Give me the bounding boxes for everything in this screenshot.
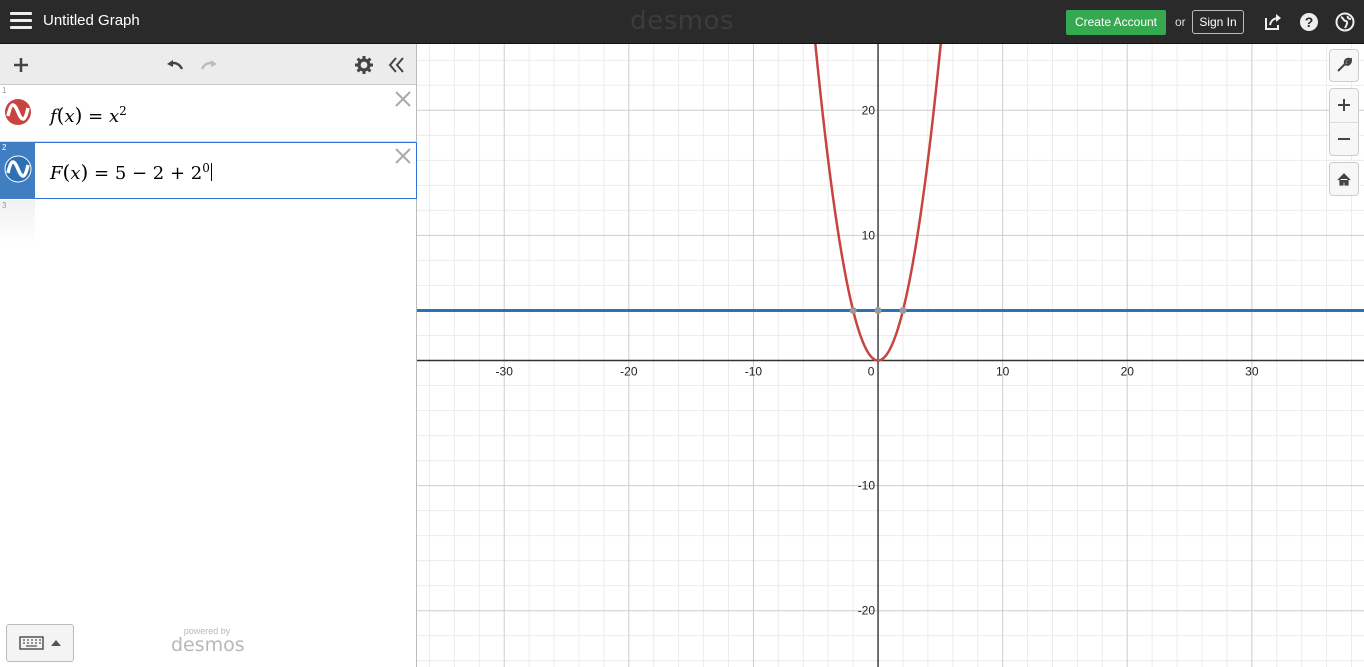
y-tick-label: 20 — [862, 103, 876, 117]
x-tick-label: 20 — [1121, 365, 1135, 379]
expression-row-empty[interactable]: 3 — [0, 200, 417, 246]
zoom-out-icon[interactable] — [1337, 132, 1351, 146]
expression-toolbar — [0, 44, 416, 85]
default-viewport-button[interactable] — [1329, 162, 1359, 196]
exponent: 2 — [119, 104, 127, 118]
zoom-in-icon[interactable] — [1337, 98, 1351, 112]
or-label: or — [1175, 15, 1186, 29]
hamburger-icon[interactable] — [10, 12, 32, 32]
home-icon — [1337, 173, 1351, 186]
expression-tab: 3 — [0, 200, 35, 246]
keyboard-icon — [19, 636, 61, 650]
expression-rhs: 5 − 2 + 2 — [114, 163, 203, 184]
text-cursor — [210, 163, 212, 181]
function-name: f — [50, 106, 57, 127]
zoom-controls — [1329, 88, 1359, 156]
close-icon[interactable] — [395, 91, 411, 107]
expression-number: 2 — [2, 143, 7, 152]
expression-math[interactable]: F(x) = 5 − 2 + 20 — [50, 160, 212, 184]
share-icon[interactable] — [1263, 12, 1283, 32]
graph-style-icon[interactable] — [4, 155, 32, 183]
create-account-button[interactable]: Create Account — [1066, 10, 1166, 35]
y-tick-label: -10 — [858, 479, 876, 493]
intersection-point — [849, 306, 857, 314]
x-tick-label: -20 — [620, 365, 638, 379]
double-chevron-left-icon[interactable] — [387, 55, 407, 75]
intersection-point — [899, 306, 907, 314]
graph-canvas[interactable]: -30 -20 -10 0 10 20 30 20 10 -10 -20 — [417, 44, 1364, 667]
gear-icon[interactable] — [354, 55, 374, 75]
intersection-point — [874, 306, 882, 314]
function-name: F — [50, 163, 63, 184]
x-tick-label: 0 — [868, 365, 875, 379]
expression-tab: 1 — [0, 85, 35, 141]
expression-math[interactable]: f(x) = x2 — [50, 103, 127, 127]
help-icon[interactable]: ? — [1299, 12, 1319, 32]
globe-icon[interactable] — [1335, 12, 1355, 32]
x-tick-label: 10 — [996, 365, 1010, 379]
expression-row[interactable]: 1 f(x) = x2 — [0, 85, 417, 142]
x-tick-label: 30 — [1245, 365, 1259, 379]
wrench-icon — [1337, 57, 1352, 72]
svg-text:?: ? — [1305, 14, 1314, 30]
graph-title[interactable]: Untitled Graph — [43, 12, 140, 29]
exponent: 0 — [202, 161, 210, 175]
undo-icon[interactable] — [165, 55, 185, 75]
graph-style-icon[interactable] — [4, 98, 32, 126]
expression-rhs: x — [108, 106, 120, 127]
expression-panel: 1 f(x) = x2 2 F(x) = 5 − 2 + 20 3 powere… — [0, 44, 417, 667]
x-tick-label: -30 — [496, 365, 514, 379]
y-tick-label: -20 — [858, 604, 876, 618]
expression-row-selected[interactable]: 2 F(x) = 5 − 2 + 20 — [0, 142, 417, 199]
expression-number: 1 — [2, 86, 7, 95]
top-bar: Untitled Graph desmos Create Account or … — [0, 0, 1364, 44]
powered-by-desmos: powered by desmos — [171, 626, 245, 656]
desmos-brand: desmos — [171, 634, 245, 656]
expression-tab: 2 — [0, 142, 35, 199]
sign-in-button[interactable]: Sign In — [1192, 10, 1244, 34]
graph-paper[interactable]: -30 -20 -10 0 10 20 30 20 10 -10 -20 — [417, 44, 1364, 667]
close-icon[interactable] — [395, 148, 411, 164]
keyboard-toggle-button[interactable] — [6, 624, 74, 662]
function-argument: x — [64, 106, 75, 127]
x-tick-label: -10 — [745, 365, 763, 379]
graph-settings-button[interactable] — [1329, 49, 1359, 82]
y-tick-label: 10 — [862, 228, 876, 242]
expression-number: 3 — [2, 201, 7, 210]
redo-icon[interactable] — [199, 55, 219, 75]
plus-icon[interactable] — [11, 55, 31, 75]
